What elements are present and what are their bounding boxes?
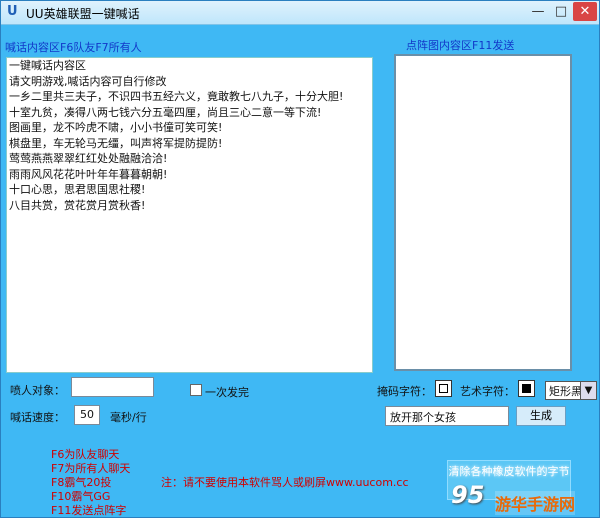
mask-char-label: 掩码字符：	[377, 385, 432, 398]
once-label: 一次发完	[205, 386, 249, 399]
hotkey-item: F11发送点阵字	[51, 504, 127, 517]
title-bar: U UU英雄联盟一键喊话 — □ ✕	[1, 1, 599, 25]
target-label: 喷人对象：	[10, 384, 65, 397]
shape-select[interactable]: 矩形黑 ▼	[545, 381, 597, 400]
square-filled-icon	[522, 384, 531, 393]
shout-content-textarea[interactable]: 一键喊话内容区 请文明游戏,喊话内容可自行修改 一乡二里共三夫子，不识四书五经六…	[6, 57, 373, 373]
chevron-down-icon[interactable]: ▼	[580, 382, 596, 399]
shape-select-value: 矩形黑	[549, 385, 582, 398]
speed-input[interactable]: 50	[74, 405, 100, 425]
app-window: U UU英雄联盟一键喊话 — □ ✕ 喊话内容区F6队友F7所有人 点阵图内容区…	[0, 0, 600, 518]
shout-line: 十口心思，思君思国思社稷!	[9, 183, 146, 196]
once-checkbox[interactable]	[190, 384, 202, 396]
minimize-button[interactable]: —	[527, 2, 549, 21]
target-input[interactable]	[71, 377, 154, 397]
shout-line: 雨雨风风花花叶叶年年暮暮朝朝!	[9, 167, 168, 181]
art-char-label: 艺术字符：	[460, 385, 515, 398]
shout-line: 棋盘里，车无轮马无缰，叫声将军提防提防!	[9, 136, 223, 150]
shout-line: 一键喊话内容区	[9, 59, 86, 72]
hotkey-item: F10霸气GG	[51, 490, 111, 503]
app-logo-icon: U	[7, 4, 18, 19]
generate-button[interactable]: 生成	[516, 406, 566, 426]
shout-line: 莺莺燕燕翠翠红红处处融融洽洽!	[9, 152, 168, 165]
watermark-number: 95	[451, 481, 485, 509]
window-title: UU英雄联盟一键喊话	[26, 7, 140, 21]
usage-notice: 注：请不要使用本软件骂人或刷屏www.uucom.cc	[161, 476, 409, 489]
shout-line: 图画里，龙不吟虎不啸，小小书僮可笑可笑!	[9, 121, 223, 134]
shout-line: 八目共赏，赏花赏月赏秋香!	[9, 198, 146, 212]
shout-line: 十室九贫，凑得八两七钱六分五毫四厘，尚且三心二意一等下流!	[9, 105, 322, 119]
pattern-content-textarea[interactable]	[394, 54, 572, 371]
speed-label: 喊话速度：	[10, 411, 65, 424]
shout-line: 一乡二里共三夫子，不识四书五经六义，竟敢教七八九子，十分大胆!	[9, 90, 344, 103]
hotkey-item: F8霸气20投	[51, 476, 112, 489]
hotkey-item: F6为队友聊天	[51, 448, 120, 461]
close-button[interactable]: ✕	[573, 2, 597, 21]
hotkey-item: F7为所有人聊天	[51, 462, 131, 475]
generate-text-input[interactable]: 放开那个女孩	[385, 406, 509, 426]
mask-char-box[interactable]	[435, 380, 452, 397]
shout-line: 请文明游戏,喊话内容可自行修改	[9, 74, 167, 88]
watermark-text: 游华手游网	[495, 491, 576, 515]
art-char-box[interactable]	[518, 380, 535, 397]
pattern-area-label: 点阵图内容区F11发送	[406, 39, 515, 52]
shout-area-label: 喊话内容区F6队友F7所有人	[5, 41, 142, 54]
site-watermark: 95 游华手游网	[451, 481, 599, 517]
hotkey-list: F6为队友聊天 F7为所有人聊天 F8霸气20投 F10霸气GG F11发送点阵…	[51, 448, 130, 518]
square-outline-icon	[439, 384, 448, 393]
maximize-button[interactable]: □	[551, 2, 571, 21]
speed-unit-label: 毫秒/行	[110, 411, 147, 424]
